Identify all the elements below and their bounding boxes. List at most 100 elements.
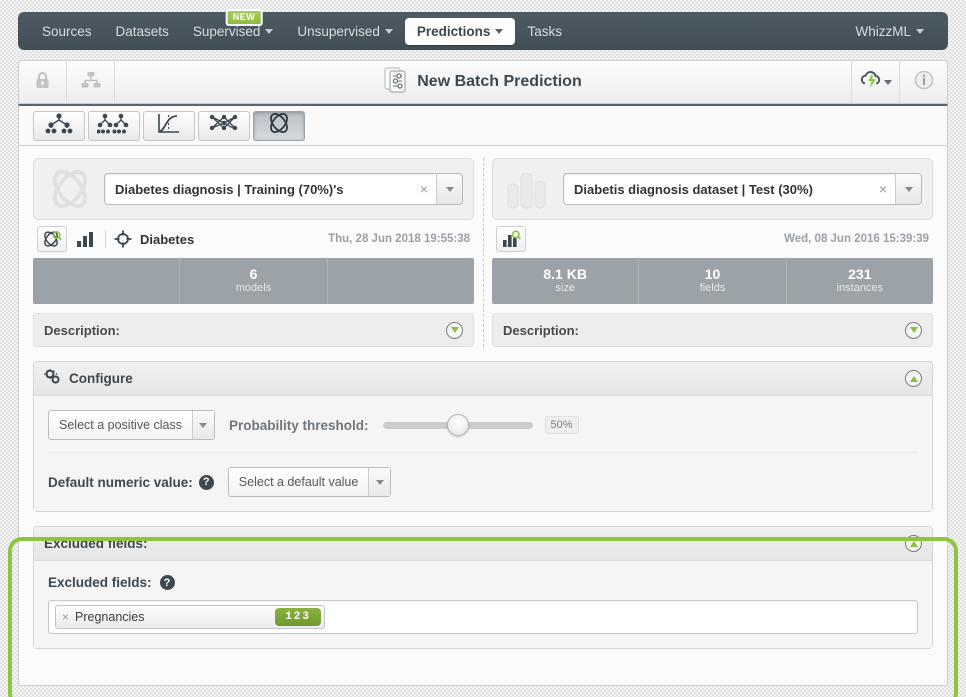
chevron-down-icon[interactable] [436,174,462,204]
stat-label: size [555,282,575,294]
excluded-fields-section-body: Excluded fields: ? × Pregnancies 123 [34,561,932,648]
chevron-down-icon[interactable] [368,468,391,496]
resource-tree-button[interactable] [67,61,115,103]
default-numeric-label: Default numeric value: [48,474,193,490]
triangle-down [904,186,913,192]
object-header-actions [851,61,947,103]
help-icon[interactable]: ? [159,575,175,590]
stat-label: fields [699,282,726,294]
model-stats-bar: 6 models [33,258,474,304]
model-info-strip: Diabetes Thu, 28 Jun 2018 19:55:38 [33,220,474,258]
top-navigation-wrapper: Sources Datasets Supervised NEW Unsuperv… [0,0,966,50]
chevron-down-icon [916,28,924,34]
tab-logistic-regression[interactable] [143,110,195,141]
stat-label: models [235,282,272,294]
nav-item-predictions[interactable]: Predictions [404,17,516,45]
default-numeric-row: Default numeric value: ? Select a defaul… [48,452,918,497]
stat-value: 10 [704,266,721,282]
chevron-down-circle-icon[interactable] [446,321,463,339]
nav-item-unsupervised[interactable]: Unsupervised [285,18,405,45]
stat-cell: 10 fields [639,258,787,304]
tab-fusion[interactable] [253,110,305,141]
positive-class-value: Select a positive class [59,418,182,432]
nav-item-label: Sources [42,23,92,39]
tab-model[interactable] [33,110,85,141]
remove-tag-icon[interactable]: × [62,610,69,624]
dataset-description-row[interactable]: Description: [492,313,933,347]
nav-item-datasets[interactable]: Datasets [104,18,181,45]
top-navigation: Sources Datasets Supervised NEW Unsuperv… [18,8,948,50]
nav-item-tasks[interactable]: Tasks [515,18,574,45]
help-icon[interactable]: ? [198,474,214,490]
triangle-up [909,540,918,547]
deepnet-icon [208,112,240,139]
model-timestamp: Thu, 28 Jun 2018 19:55:38 [328,233,470,245]
ensemble-icon [96,112,131,139]
probability-threshold-slider[interactable] [382,414,533,436]
chevron-down-icon [265,28,274,34]
stat-value: 231 [848,266,872,282]
field-type-badge: 123 [275,608,321,626]
dataset-select-value: Diabetis diagnosis dataset | Test (30%) [574,181,813,197]
clear-icon[interactable]: × [412,181,436,197]
column-divider [483,158,484,347]
logistic-curve-icon [155,112,183,139]
description-label: Description: [44,322,120,338]
nav-item-sources[interactable]: Sources [30,18,104,45]
nav-item-label: Predictions [416,23,491,39]
chevron-down-icon [883,79,892,85]
actions-menu-button[interactable] [851,61,899,103]
triangle-down [375,479,384,485]
default-numeric-dropdown[interactable]: Select a default value [227,467,392,497]
chevron-down-circle-icon[interactable] [905,321,922,339]
dataset-select[interactable]: Diabetis diagnosis dataset | Test (30%) … [563,173,922,205]
stat-cell: 6 models [180,258,328,304]
dataset-panel: Diabetis diagnosis dataset | Test (30%) … [492,158,933,347]
fusion-icon [44,166,96,212]
chevron-up-circle-icon[interactable] [905,370,922,387]
model-select[interactable]: Diabetes diagnosis | Training (70%)'s × [104,173,463,205]
description-label: Description: [503,322,579,338]
nav-item-whizzml[interactable]: WhizzML [843,18,936,45]
stat-cell [328,258,474,304]
lightning-cloud-icon [860,70,882,95]
privacy-lock-button[interactable] [19,61,67,103]
clear-icon[interactable]: × [871,181,895,197]
excluded-field-name: Pregnancies [75,610,145,624]
excluded-field-tag[interactable]: × Pregnancies 123 [55,605,325,629]
chevron-down-icon[interactable] [895,174,921,204]
configure-section-header[interactable]: Configure [34,362,932,396]
stat-value: 6 [249,266,258,282]
positive-class-dropdown[interactable]: Select a positive class [48,410,215,440]
model-type-tabbar [18,104,948,146]
lock-icon [35,71,50,94]
configure-title: Configure [69,371,133,386]
fusion-icon [266,111,292,140]
chevron-down-icon [384,28,393,34]
chevron-up-circle-icon[interactable] [905,535,922,552]
excluded-fields-taginput[interactable]: × Pregnancies 123 [48,600,918,634]
dataset-search-icon[interactable] [496,226,526,252]
tab-ensemble[interactable] [88,110,140,141]
nav-item-label: Datasets [115,23,169,39]
excluded-fields-section-header[interactable]: Excluded fields: [34,527,932,561]
model-selector-box: Diabetes diagnosis | Training (70%)'s × [33,158,474,220]
nav-item-label: WhizzML [855,23,911,39]
chevron-down-icon [495,28,504,34]
resource-selection-row: Diabetes diagnosis | Training (70%)'s × [33,158,933,347]
probability-threshold-slider-group: 50% [382,414,579,436]
divider [105,230,106,248]
histogram-icon[interactable] [75,230,97,248]
model-description-row[interactable]: Description: [33,313,474,347]
objective-target-icon [114,230,132,248]
fusion-search-icon[interactable] [37,226,67,252]
nav-item-label: Supervised [192,23,261,39]
tab-deepnet[interactable] [198,110,250,141]
chevron-down-icon[interactable] [191,411,214,439]
slider-handle[interactable] [446,414,469,436]
info-button[interactable] [899,61,947,103]
object-header-bar: New Batch Prediction [18,60,948,104]
nav-item-supervised[interactable]: Supervised NEW [181,8,286,45]
batch-prediction-icon [384,66,408,98]
main-content: Diabetes diagnosis | Training (70%)'s × [18,146,948,686]
